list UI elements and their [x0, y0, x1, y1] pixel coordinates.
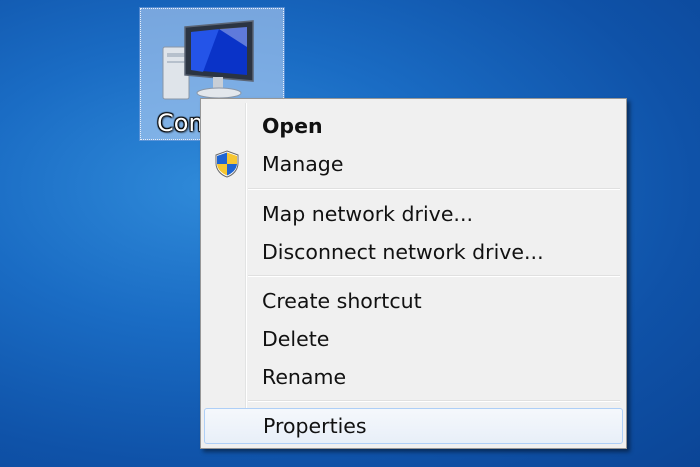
- menu-item-properties[interactable]: Properties: [204, 408, 623, 444]
- menu-item-label: Open: [262, 114, 323, 138]
- menu-item-create-shortcut[interactable]: Create shortcut: [204, 283, 623, 319]
- menu-item-label: Rename: [262, 365, 347, 389]
- menu-item-label: Manage: [262, 152, 344, 176]
- desktop[interactable]: Computer Open Manage Map network drive..…: [0, 0, 700, 467]
- computer-icon: [159, 17, 259, 105]
- menu-item-rename[interactable]: Rename: [204, 359, 623, 395]
- menu-item-disconnect-network-drive[interactable]: Disconnect network drive...: [204, 234, 623, 270]
- menu-separator: [248, 188, 620, 190]
- menu-item-manage[interactable]: Manage: [204, 146, 623, 182]
- menu-item-open[interactable]: Open: [204, 108, 623, 144]
- menu-item-map-network-drive[interactable]: Map network drive...: [204, 196, 623, 232]
- menu-separator: [248, 275, 620, 277]
- menu-item-delete[interactable]: Delete: [204, 321, 623, 357]
- menu-separator: [248, 400, 620, 402]
- menu-item-label: Create shortcut: [262, 289, 422, 313]
- context-menu: Open Manage Map network drive... Disconn…: [200, 98, 627, 449]
- menu-item-label: Disconnect network drive...: [262, 240, 544, 264]
- menu-item-label: Map network drive...: [262, 202, 473, 226]
- menu-item-label: Properties: [263, 414, 367, 438]
- menu-item-label: Delete: [262, 327, 330, 351]
- uac-shield-icon: [212, 149, 242, 179]
